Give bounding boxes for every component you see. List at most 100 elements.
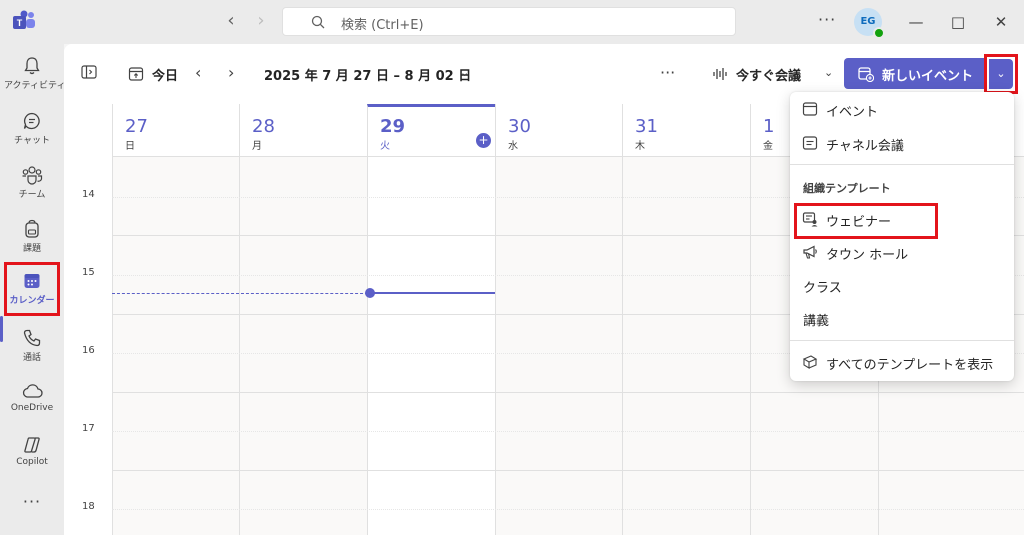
day-column[interactable]	[495, 156, 622, 535]
new-event-button[interactable]: 新しいイベント	[844, 58, 986, 89]
chat-icon	[23, 112, 40, 130]
rail-item-onedrive[interactable]: OneDrive	[4, 375, 60, 425]
copilot-icon	[24, 437, 40, 453]
day-header-31[interactable]: 31 木	[622, 104, 750, 156]
back-arrow-icon[interactable]: ‹	[220, 10, 242, 32]
day-column-today[interactable]	[367, 156, 495, 535]
cloud-icon	[22, 384, 43, 398]
current-time-dot	[365, 288, 375, 298]
menu-divider	[790, 340, 1014, 341]
menu-divider	[790, 164, 1014, 165]
search-placeholder: 検索 (Ctrl+E)	[341, 18, 424, 33]
menu-item-channel-meeting[interactable]: チャネル会議	[790, 128, 1014, 158]
grid-line	[112, 470, 1024, 471]
search-input[interactable]: 検索 (Ctrl+E)	[282, 7, 736, 36]
day-header-28[interactable]: 28 月	[239, 104, 367, 156]
rail-item-calendar[interactable]: カレンダー	[4, 262, 60, 316]
date-range-label[interactable]: 2025 年 7 月 27 日 – 8 月 02 日	[264, 65, 471, 84]
calendar-add-icon	[858, 67, 874, 82]
rail-item-activity[interactable]: アクティビティ	[4, 50, 66, 100]
minimize-button[interactable]: —	[904, 10, 928, 34]
svg-text:T: T	[17, 18, 23, 28]
current-time-line-today	[368, 292, 495, 294]
menu-item-label: イベント	[826, 105, 879, 120]
day-column[interactable]	[239, 156, 367, 535]
day-number: 1	[763, 116, 775, 137]
menu-item-event[interactable]: イベント	[790, 94, 1014, 124]
rail-item-teams[interactable]: チーム	[4, 159, 60, 209]
audio-wave-icon	[713, 68, 727, 80]
menu-item-town-hall[interactable]: タウン ホール	[790, 237, 1014, 267]
more-apps-icon[interactable]: ···	[4, 492, 60, 516]
panel-toggle-icon[interactable]	[81, 65, 97, 79]
new-event-label: 新しいイベント	[882, 69, 974, 84]
toolbar-more-icon[interactable]: ···	[660, 63, 675, 82]
close-button[interactable]: ✕	[989, 10, 1013, 34]
day-column[interactable]	[622, 156, 750, 535]
webinar-highlight-box	[794, 203, 938, 239]
day-weekday: 木	[635, 141, 645, 152]
backpack-icon	[25, 219, 39, 238]
menu-item-label: すべてのテンプレートを表示	[826, 358, 994, 373]
calendar-today-icon	[128, 67, 144, 81]
maximize-button[interactable]: □	[946, 10, 970, 34]
grid-half-line	[112, 509, 1024, 510]
menu-item-class[interactable]: クラス	[790, 270, 1014, 300]
presence-available-icon	[873, 27, 885, 39]
day-header-29[interactable]: 29 火 +	[367, 104, 495, 156]
day-weekday: 月	[252, 141, 262, 152]
day-number: 31	[635, 116, 658, 137]
avatar-initials: EG	[860, 16, 876, 27]
menu-item-label: チャネル会議	[826, 139, 904, 154]
hour-label: 16	[82, 345, 95, 356]
date-range-chevron-down-icon[interactable]: ⌄	[460, 66, 469, 79]
org-templates-header: 組織テンプレート	[803, 182, 891, 195]
phone-icon	[23, 329, 41, 347]
active-indicator	[0, 316, 3, 342]
day-number: 30	[508, 116, 531, 137]
rail-item-copilot[interactable]: Copilot	[4, 429, 60, 479]
app-rail: アクティビティ チャット チーム 課題 カレンダー 通話 OneDrive Co…	[0, 44, 66, 535]
day-header-30[interactable]: 30 水	[495, 104, 622, 156]
bell-icon	[24, 57, 40, 75]
search-icon	[311, 15, 325, 29]
rail-label-activity: アクティビティ	[4, 81, 66, 91]
channel-meeting-icon	[802, 136, 818, 150]
menu-item-lecture[interactable]: 講義	[790, 303, 1014, 333]
megaphone-icon	[803, 245, 817, 259]
day-column[interactable]	[112, 156, 239, 535]
grid-half-line	[112, 431, 1024, 432]
calendar-icon	[802, 102, 818, 116]
add-event-icon[interactable]: +	[476, 133, 491, 148]
hour-label: 15	[82, 267, 95, 278]
rail-item-assignments[interactable]: 課題	[4, 213, 60, 263]
day-number: 28	[252, 116, 275, 137]
title-bar: T ‹ › 検索 (Ctrl+E) ··· EG — □ ✕	[0, 0, 1024, 44]
hour-label: 18	[82, 501, 95, 512]
day-weekday: 日	[125, 141, 135, 152]
menu-item-label: 講義	[803, 314, 830, 329]
rail-label-chat: チャット	[14, 136, 50, 146]
previous-week-icon[interactable]: ‹	[195, 63, 201, 82]
grid-line	[112, 392, 1024, 393]
day-weekday: 水	[508, 141, 518, 152]
rail-label-copilot: Copilot	[16, 457, 48, 467]
menu-item-view-all-templates[interactable]: すべてのテンプレートを表示	[790, 347, 1014, 377]
rail-label-onedrive: OneDrive	[10, 403, 54, 413]
next-week-icon[interactable]: ›	[228, 63, 234, 82]
forward-arrow-icon[interactable]: ›	[250, 10, 272, 32]
new-event-highlight-box: ⌄	[984, 54, 1018, 94]
rail-label-calls: 通話	[22, 353, 41, 363]
new-event-chevron-down-icon[interactable]: ⌄	[989, 59, 1013, 89]
today-label: 今日	[152, 69, 179, 84]
new-event-dropdown-menu: イベント チャネル会議 組織テンプレート ウェビナー タウン ホール クラス 講…	[790, 92, 1014, 381]
menu-item-label: クラス	[803, 281, 842, 296]
day-weekday: 火	[380, 141, 390, 152]
meet-now-chevron-down-icon[interactable]: ⌄	[824, 66, 833, 79]
avatar[interactable]: EG	[854, 8, 885, 39]
rail-item-chat[interactable]: チャット	[4, 105, 60, 155]
more-options-icon[interactable]: ···	[818, 10, 836, 29]
day-weekday: 金	[763, 141, 773, 152]
day-header-27[interactable]: 27 日	[112, 104, 239, 156]
rail-item-calls[interactable]: 通話	[4, 322, 60, 372]
